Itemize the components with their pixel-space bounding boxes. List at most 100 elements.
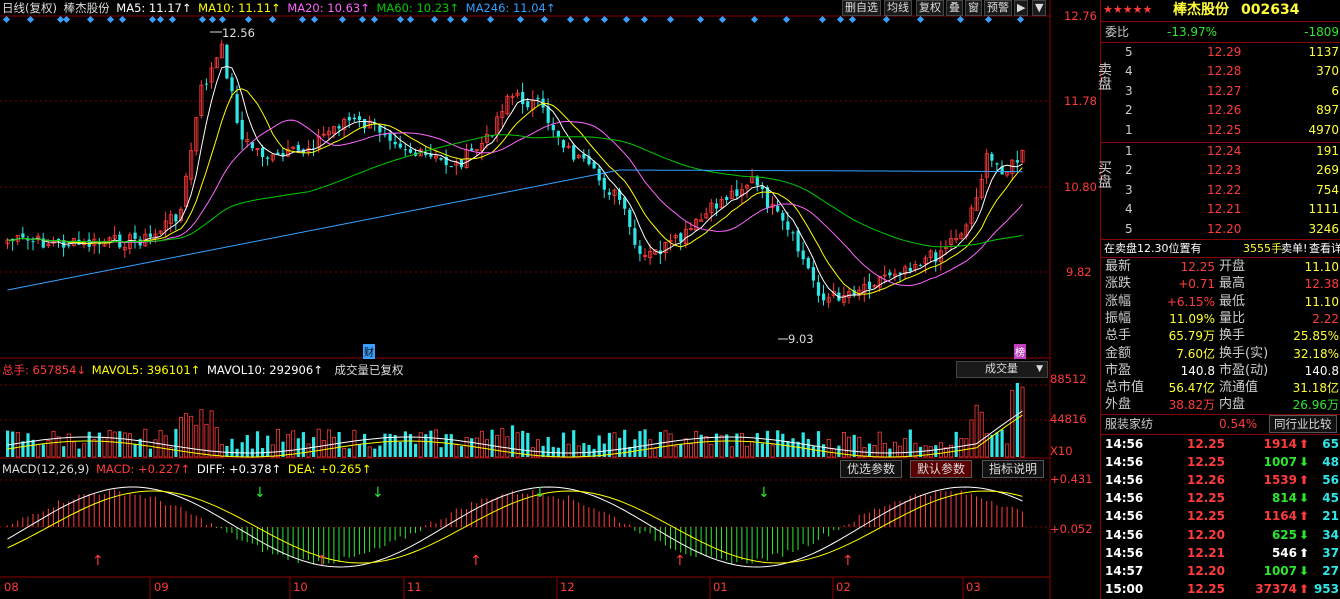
bid-level-price: 12.20: [1207, 221, 1242, 236]
ask-level-row[interactable]: 2 12.26 897: [1101, 101, 1340, 119]
quote-label: 涨跌: [1105, 276, 1132, 292]
volume-bar: [429, 430, 433, 457]
volume-bar: [133, 444, 137, 457]
ask-level-index: 3: [1125, 83, 1133, 98]
volume-indicator-select[interactable]: 成交量 ▼: [956, 361, 1048, 378]
quote-value: 25.85%: [1293, 329, 1339, 344]
quote-value: 38.82万: [1168, 398, 1215, 413]
tick-count: 56: [1322, 473, 1339, 488]
candle-body: [867, 281, 872, 290]
quote-label: 市盈: [1105, 362, 1132, 378]
volume-bar: [77, 448, 81, 457]
candle-body: [898, 272, 902, 274]
volume-bar: [214, 427, 219, 458]
play-icon[interactable]: ▶: [1014, 0, 1029, 16]
volume-bar: [367, 446, 372, 458]
financial-report-marker[interactable]: 财: [363, 344, 375, 359]
signal-marker-icon: [750, 15, 759, 24]
signal-marker-icon: [86, 15, 95, 24]
delete-watchlist-button[interactable]: 删自选: [842, 0, 881, 16]
price-tick-label: 9.82: [1066, 265, 1092, 279]
candle-body: [347, 116, 351, 121]
volume-bar: [459, 446, 464, 457]
quote-label: 市盈(动): [1219, 362, 1269, 378]
candle-body: [811, 267, 815, 281]
volume-scale-label: X10: [1050, 444, 1073, 458]
volume-bar: [847, 436, 852, 458]
candle-body: [459, 158, 464, 168]
bid-level-row[interactable]: 3 12.22 754: [1101, 181, 1340, 199]
candle-body: [760, 186, 764, 190]
dropdown-icon[interactable]: ▼: [1032, 0, 1047, 16]
arrow-down-icon: ⬇: [1299, 491, 1310, 506]
volume-bar: [122, 432, 127, 458]
candle-body: [148, 233, 152, 237]
month-label: 08: [4, 580, 19, 594]
ask-level-row[interactable]: 5 12.29 1137: [1101, 43, 1340, 61]
volume-bar: [689, 443, 694, 458]
indicator-help-button[interactable]: 指标说明: [982, 460, 1045, 478]
quote-label: 开盘: [1219, 259, 1246, 274]
chart-canvas[interactable]: ↑ ↓ ↑ ↓ ↑ ↓ ↑ ↓ ↑: [0, 0, 1100, 599]
volume-bar: [954, 431, 958, 457]
quote-label: 内盘: [1219, 397, 1246, 413]
ask-level-row[interactable]: 3 12.27 6: [1101, 82, 1340, 100]
volume-bar: [209, 410, 214, 458]
signal-marker-icon: [156, 15, 165, 24]
volume-bar: [882, 443, 887, 458]
macd-legend: MACD(12,26,9) MACD: +0.227↑ DIFF: +0.378…: [2, 462, 371, 476]
kline-chart-area[interactable]: ↑ ↓ ↑ ↓ ↑ ↓ ↑ ↓ ↑ 日线(复权) 棒杰股份 MA5: 11.17↑ MA10: …: [0, 0, 1100, 599]
signal-marker-icon: [516, 15, 525, 24]
optimal-params-button[interactable]: 优选参数: [840, 460, 903, 478]
volume-bar: [71, 441, 76, 458]
volume-bar: [240, 442, 244, 457]
bid-level-row[interactable]: 2 12.23 269: [1101, 161, 1340, 179]
window-button[interactable]: 窗: [965, 0, 982, 16]
arrow-up-icon: ⬆: [1299, 473, 1310, 488]
signal-marker-icon: [836, 15, 845, 24]
volume-bar: [363, 433, 367, 457]
quote-value: 65.79万: [1168, 329, 1215, 344]
candle-body: [628, 209, 632, 227]
volume-bar: [118, 431, 122, 457]
ma-button[interactable]: 均线: [884, 0, 912, 16]
volume-bar: [776, 430, 780, 457]
total-volume-label: 总手: 657854↓: [2, 363, 87, 377]
volume-bar: [414, 443, 418, 457]
bid-level-row[interactable]: 1 12.24 191: [1101, 142, 1340, 160]
volume-bar: [357, 444, 362, 457]
price-tick-label: 12.76: [1064, 9, 1097, 23]
candle-body: [357, 116, 362, 121]
volume-bar: [566, 443, 571, 458]
overlay-button[interactable]: 叠: [946, 0, 963, 16]
industry-compare-button[interactable]: 同行业比较: [1269, 415, 1337, 433]
bid-level-row[interactable]: 4 12.21 1111: [1101, 200, 1340, 218]
volume-bar: [658, 431, 662, 457]
macd-dead-cross-icon: ↓: [534, 485, 546, 501]
candle-body: [888, 272, 892, 276]
ask-level-row[interactable]: 1 12.25 4970: [1101, 121, 1340, 139]
ranking-marker[interactable]: 榜: [1014, 344, 1026, 359]
signal-marker-icon: [244, 15, 253, 24]
volume-bar: [112, 431, 117, 458]
restore-rights-button[interactable]: 复权: [916, 0, 944, 16]
volume-bar: [546, 437, 550, 457]
ma10-label: MA10: 11.11↑: [198, 1, 281, 15]
volume-bar: [995, 432, 999, 457]
ask-level-price: 12.26: [1207, 103, 1242, 118]
ask-level-row[interactable]: 4 12.28 370: [1101, 62, 1340, 80]
tick-time: 14:57: [1105, 563, 1144, 578]
order-alert-row[interactable]: 在卖盘12.30位置有 3555手 卖单! 查看详细: [1101, 240, 1340, 258]
signal-marker-icon: [848, 15, 857, 24]
bid-level-price: 12.22: [1207, 182, 1242, 197]
alert-button[interactable]: 预警: [984, 0, 1012, 16]
tick-volume: 1164: [1263, 509, 1297, 524]
bid-level-row[interactable]: 5 12.20 3246: [1101, 220, 1340, 238]
ma60-label: MA60: 10.23↑: [376, 1, 460, 15]
volume-bar: [709, 443, 714, 458]
bid-level-volume: 1111: [1308, 202, 1339, 217]
signal-marker-icon: [640, 15, 649, 24]
view-detail-link[interactable]: 查看详细: [1309, 240, 1340, 258]
default-params-button[interactable]: 默认参数: [910, 460, 973, 478]
volume-bar: [15, 432, 20, 458]
